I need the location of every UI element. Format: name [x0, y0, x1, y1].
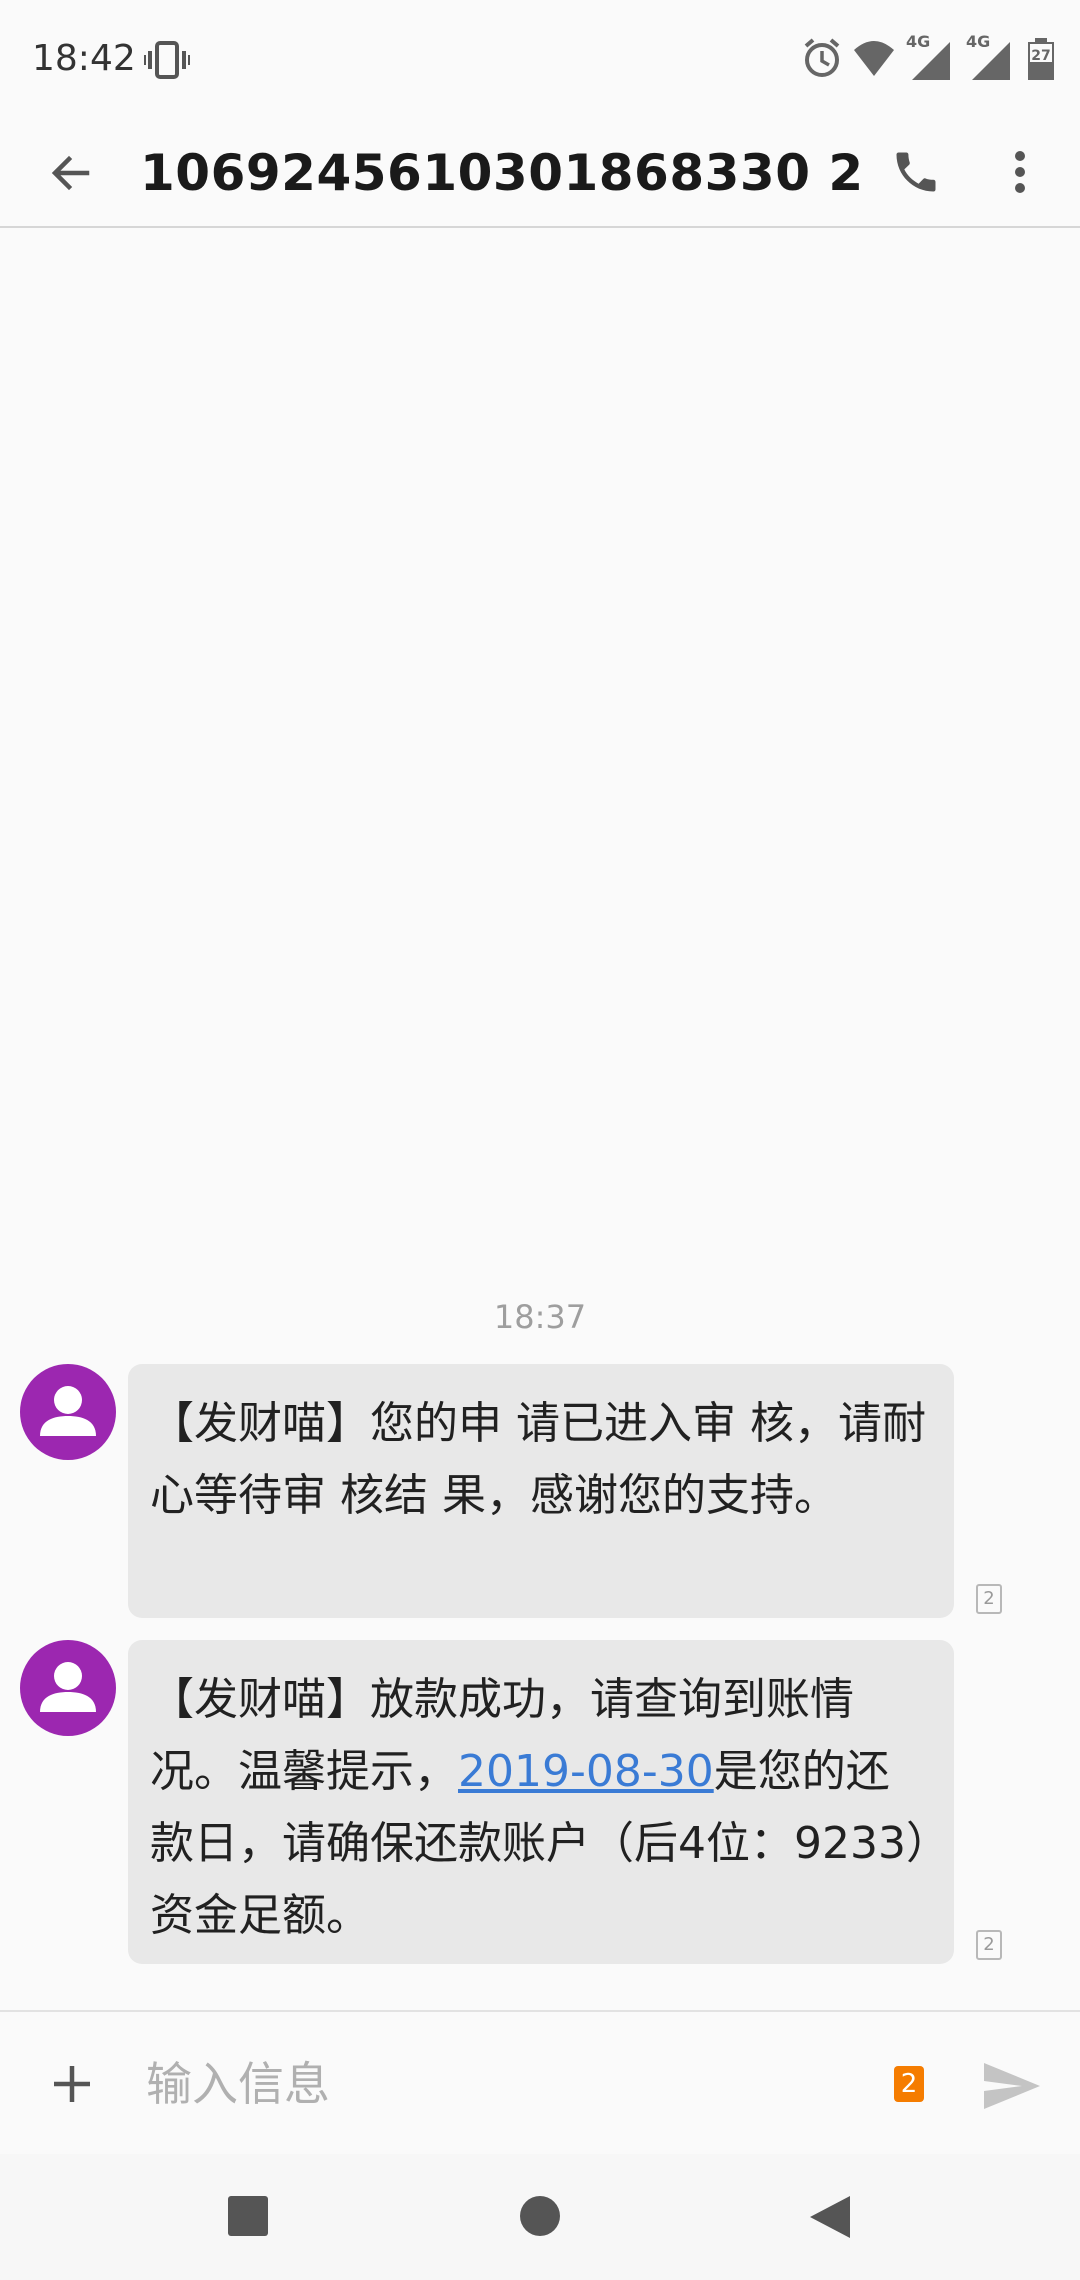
more-vert-icon	[1015, 151, 1025, 193]
attach-button[interactable]	[40, 2052, 104, 2116]
signal-icon	[972, 42, 1010, 80]
system-nav-bar	[0, 2154, 1080, 2280]
person-icon	[40, 1662, 96, 1712]
recents-button[interactable]	[228, 2196, 268, 2236]
app-bar: 1069245610301868330 2	[0, 120, 1080, 228]
signal-2: 4G	[966, 32, 1016, 84]
plus-icon	[54, 2066, 90, 2102]
person-icon	[40, 1386, 96, 1436]
battery-level: 27	[1031, 48, 1051, 64]
message-bubble[interactable]: 【发财喵】放款成功，请查询到账情况。温馨提示，2019-08-30是您的还款日，…	[128, 1640, 954, 1964]
message-bubble[interactable]: 【发财喵】您的申 请已进入审 核，请耐心等待审 核结 果，感谢您的支持。	[128, 1364, 954, 1618]
back-arrow-icon	[51, 155, 90, 191]
more-options-button[interactable]	[990, 132, 1050, 212]
conversation-title: 1069245610301868330 2	[140, 144, 864, 202]
compose-bar: 2	[0, 2010, 1080, 2156]
nav-back-button[interactable]	[808, 2194, 852, 2240]
message-input[interactable]	[146, 2042, 846, 2126]
date-link[interactable]: 2019-08-30	[458, 1746, 714, 1797]
message-text: 【发财喵】您的申 请已进入审 核，请耐心等待审 核结 果，感谢您的支持。	[150, 1398, 926, 1521]
send-icon	[984, 2063, 1040, 2109]
back-button[interactable]	[34, 136, 108, 210]
battery-icon: 27	[1026, 36, 1056, 84]
message-timestamp: 18:37	[493, 1298, 587, 1336]
avatar[interactable]	[20, 1640, 116, 1736]
vibrate-icon	[144, 41, 190, 79]
wifi-icon	[854, 41, 894, 76]
status-icons: 4G 4G 27	[802, 32, 1056, 84]
signal-icon	[912, 42, 950, 80]
send-button[interactable]	[970, 2046, 1054, 2126]
signal-1: 4G	[906, 32, 956, 84]
status-bar: 18:42 4G 4G 27	[0, 0, 1080, 120]
alarm-icon	[804, 38, 840, 77]
sim-indicator: 2	[976, 1584, 1002, 1614]
phone-icon	[896, 152, 936, 192]
sim-indicator: 2	[976, 1930, 1002, 1960]
status-time: 18:42	[32, 38, 136, 79]
messaging-screen: 18:42 4G 4G 27 1069245610301868330 2 18:…	[0, 0, 1080, 2280]
call-button[interactable]	[876, 132, 956, 212]
sim-select-badge[interactable]: 2	[894, 2066, 924, 2102]
home-button[interactable]	[520, 2196, 560, 2236]
avatar[interactable]	[20, 1364, 116, 1460]
